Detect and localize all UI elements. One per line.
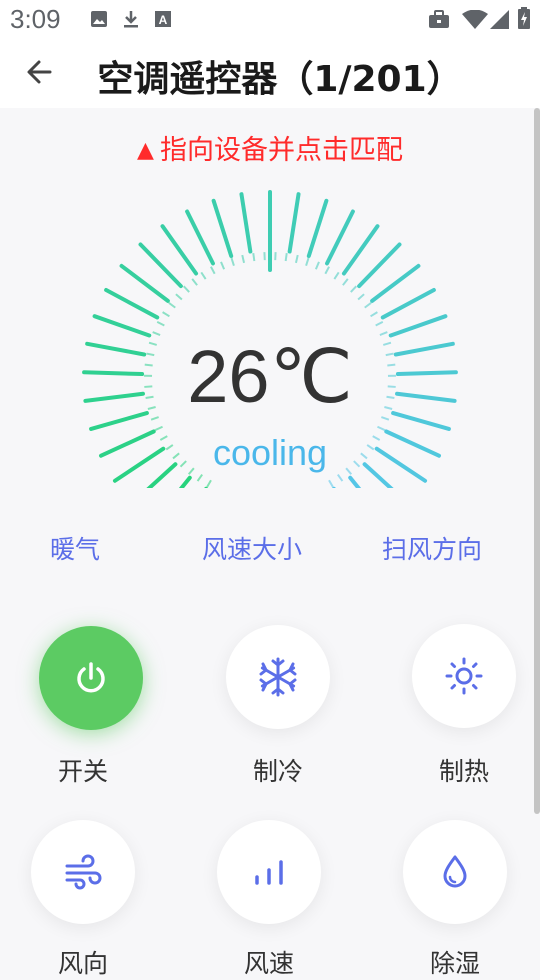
dial-major-tick bbox=[290, 194, 299, 251]
dial-minor-tick bbox=[211, 267, 215, 274]
status-time: 3:09 bbox=[10, 4, 61, 35]
dial-major-tick bbox=[391, 316, 446, 335]
wind-icon bbox=[62, 851, 104, 893]
dial-minor-tick bbox=[221, 262, 224, 269]
match-hint-text: 指向设备并点击匹配 bbox=[160, 135, 403, 166]
page-title: 空调遥控器（1/201） bbox=[0, 50, 540, 102]
wind-direction-button[interactable] bbox=[31, 820, 135, 924]
dial-minor-tick bbox=[316, 262, 319, 269]
dial-minor-tick bbox=[365, 303, 371, 308]
power-button-label: 开关 bbox=[31, 752, 135, 788]
dial-minor-tick bbox=[176, 294, 182, 299]
dial-minor-tick bbox=[231, 258, 233, 266]
heating-option[interactable]: 暖气 bbox=[50, 530, 100, 566]
dial-minor-tick bbox=[192, 279, 197, 285]
mode-display: cooling bbox=[0, 432, 540, 474]
swing-direction-option[interactable]: 扫风方向 bbox=[382, 530, 482, 566]
dial-major-tick bbox=[187, 211, 213, 263]
scrollbar[interactable] bbox=[534, 108, 540, 814]
heating-button[interactable] bbox=[412, 624, 516, 728]
cooling-button-label: 制冷 bbox=[226, 752, 330, 788]
dial-major-tick bbox=[122, 266, 168, 301]
water-drop-icon bbox=[434, 851, 476, 893]
dial-minor-tick bbox=[325, 267, 329, 274]
dial-major-tick bbox=[359, 244, 399, 286]
briefcase-icon bbox=[428, 10, 450, 28]
dial-major-tick bbox=[327, 211, 353, 263]
cooling-button[interactable] bbox=[226, 625, 330, 729]
dial-minor-tick bbox=[338, 475, 343, 482]
dehumidify-button-label: 除湿 bbox=[403, 944, 507, 980]
dial-minor-tick bbox=[253, 253, 254, 261]
red-triangle-icon: ▲ bbox=[137, 138, 154, 163]
dial-minor-tick bbox=[377, 427, 384, 430]
dial-minor-tick bbox=[329, 480, 333, 487]
svg-text:A: A bbox=[159, 13, 168, 27]
match-hint: ▲指向设备并点击匹配 bbox=[0, 128, 540, 167]
app-bar: 空调遥控器（1/201） bbox=[0, 36, 540, 108]
heating-button-label: 制热 bbox=[412, 752, 516, 788]
temperature-display: 26℃ bbox=[0, 334, 540, 420]
dial-major-tick bbox=[372, 266, 418, 301]
sun-icon bbox=[443, 655, 485, 697]
dial-minor-tick bbox=[358, 294, 364, 299]
wind-direction-button-label: 风向 bbox=[31, 944, 135, 980]
dial-minor-tick bbox=[169, 303, 175, 308]
dial-minor-tick bbox=[343, 279, 348, 285]
power-icon bbox=[71, 658, 111, 698]
fan-speed-button-label: 风速 bbox=[217, 944, 321, 980]
fan-speed-bars-icon bbox=[248, 851, 290, 893]
dehumidify-button[interactable] bbox=[403, 820, 507, 924]
dial-minor-tick bbox=[376, 322, 383, 326]
signal-icon bbox=[490, 10, 510, 30]
dial-major-tick bbox=[141, 244, 181, 286]
dial-major-tick bbox=[309, 201, 327, 256]
snowflake-icon bbox=[257, 656, 299, 698]
dial-minor-tick bbox=[198, 475, 203, 482]
dial-minor-tick bbox=[334, 272, 338, 279]
dial-minor-tick bbox=[242, 255, 244, 263]
dial-major-tick bbox=[163, 226, 197, 273]
dial-major-tick bbox=[383, 290, 434, 317]
battery-charging-icon bbox=[518, 7, 530, 29]
text-a-icon: A bbox=[154, 10, 172, 28]
dial-minor-tick bbox=[163, 312, 170, 316]
dial-minor-tick bbox=[306, 258, 308, 266]
dial-minor-tick bbox=[351, 286, 356, 292]
dial-minor-tick bbox=[286, 253, 287, 261]
dial-minor-tick bbox=[371, 312, 378, 316]
dial-minor-tick bbox=[296, 255, 298, 263]
fan-speed-button[interactable] bbox=[217, 820, 321, 924]
dial-minor-tick bbox=[155, 427, 162, 430]
dial-major-tick bbox=[214, 201, 232, 256]
download-icon bbox=[122, 10, 140, 28]
power-button[interactable] bbox=[39, 626, 143, 730]
status-bar: 3:09 A bbox=[0, 0, 540, 36]
wifi-icon bbox=[462, 10, 488, 30]
dial-minor-tick bbox=[201, 272, 205, 279]
dial-major-tick bbox=[95, 316, 150, 335]
image-icon bbox=[90, 10, 108, 28]
dial-minor-tick bbox=[157, 322, 164, 326]
dial-minor-tick bbox=[184, 286, 189, 292]
dial-major-tick bbox=[106, 290, 157, 317]
fan-speed-option[interactable]: 风速大小 bbox=[202, 530, 302, 566]
dial-major-tick bbox=[344, 226, 378, 273]
dial-major-tick bbox=[241, 194, 250, 251]
dial-minor-tick bbox=[207, 480, 211, 487]
